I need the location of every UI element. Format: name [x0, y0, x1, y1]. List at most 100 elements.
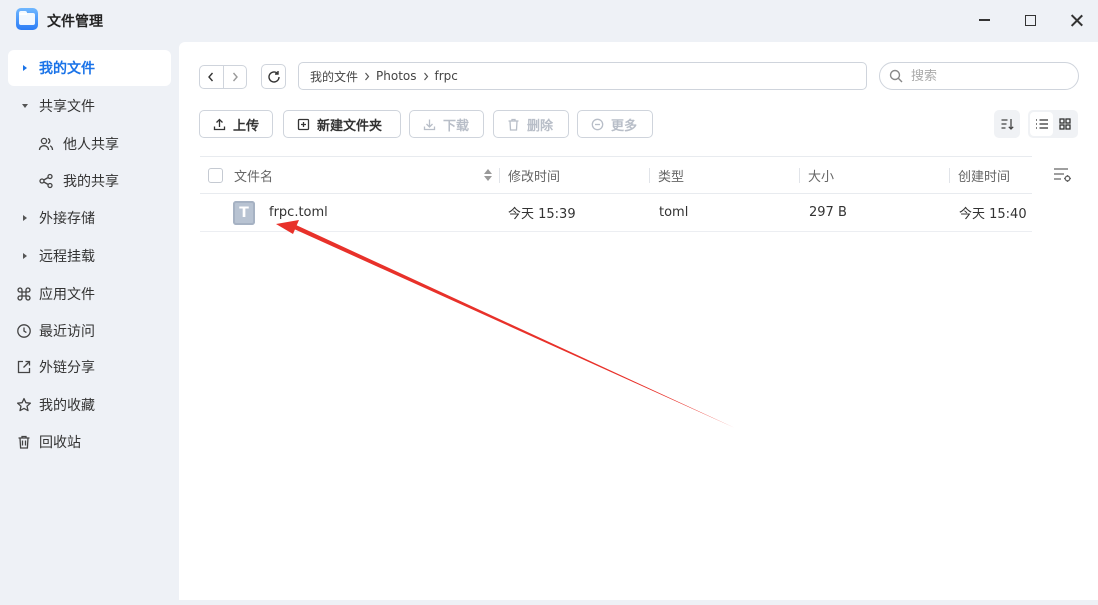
sidebar: 我的文件 共享文件 他人共享 我的共享 外接存储 远程挂载 应用文件 最近访问	[0, 40, 179, 605]
chevron-right-icon	[364, 72, 370, 81]
column-settings-button[interactable]	[1053, 166, 1073, 184]
sidebar-item-recent[interactable]: 最近访问	[8, 313, 171, 349]
refresh-button[interactable]	[261, 64, 286, 89]
trash-icon	[16, 434, 32, 450]
search-icon	[889, 69, 903, 83]
column-divider[interactable]	[649, 168, 650, 183]
sidebar-item-label: 我的收藏	[39, 398, 95, 414]
more-label: 更多	[611, 118, 638, 134]
folder-app-icon	[16, 8, 38, 30]
external-link-icon	[16, 359, 32, 375]
chevron-right-icon	[423, 72, 429, 81]
upload-icon	[213, 118, 226, 131]
sidebar-item-label: 外接存储	[39, 211, 95, 227]
more-button[interactable]: 更多	[577, 110, 653, 138]
file-name[interactable]: frpc.toml	[269, 194, 328, 231]
sidebar-item-label: 远程挂载	[39, 249, 95, 265]
select-all-checkbox[interactable]	[208, 168, 223, 183]
users-icon	[38, 136, 54, 152]
back-button[interactable]	[200, 66, 223, 88]
new-folder-label: 新建文件夹	[317, 118, 383, 134]
expand-arrow-icon[interactable]	[20, 253, 30, 259]
file-modified: 今天 15:39	[508, 207, 576, 222]
trash-icon	[507, 118, 520, 131]
column-divider[interactable]	[799, 168, 800, 183]
download-button[interactable]: 下载	[409, 110, 484, 138]
delete-label: 删除	[527, 118, 554, 134]
delete-button[interactable]: 删除	[493, 110, 569, 138]
close-icon	[1070, 14, 1083, 27]
column-header-created[interactable]: 创建时间	[958, 157, 1010, 194]
file-created: 今天 15:40	[959, 207, 1027, 222]
share-icon	[38, 173, 54, 189]
file-type: toml	[659, 205, 689, 220]
breadcrumb-item-frpc[interactable]: frpc	[435, 69, 458, 83]
sort-icon	[1001, 119, 1014, 130]
list-view-button[interactable]	[1030, 112, 1053, 136]
table-row[interactable]: T frpc.toml 今天 15:39 toml 297 B 今天 15:40	[200, 194, 1032, 232]
clock-icon	[16, 323, 32, 339]
breadcrumb-item-my-files[interactable]: 我的文件	[310, 68, 358, 85]
sidebar-item-remote-mount[interactable]: 远程挂载	[8, 238, 171, 274]
more-icon	[591, 118, 604, 131]
column-divider[interactable]	[949, 168, 950, 183]
refresh-icon	[267, 70, 280, 83]
close-button[interactable]	[1066, 10, 1086, 30]
column-divider[interactable]	[499, 168, 500, 183]
sidebar-item-label: 外链分享	[39, 360, 95, 376]
download-icon	[423, 118, 436, 131]
sidebar-item-link-share[interactable]: 外链分享	[8, 349, 171, 385]
sort-button[interactable]	[994, 110, 1020, 138]
main-panel: 我的文件 Photos frpc 上传 新建文件夹 下载 删除 更多	[179, 42, 1098, 600]
sidebar-item-label: 最近访问	[39, 324, 95, 340]
sidebar-item-app-files[interactable]: 应用文件	[8, 276, 171, 312]
list-icon	[1035, 119, 1048, 129]
sidebar-item-label: 我的文件	[39, 61, 95, 77]
table-header: 文件名 修改时间 类型 大小 创建时间	[200, 156, 1032, 194]
view-toggle	[1028, 110, 1078, 138]
upload-label: 上传	[233, 118, 260, 134]
history-nav	[199, 65, 247, 89]
grid-icon	[1058, 118, 1071, 130]
column-header-size[interactable]: 大小	[808, 157, 834, 194]
file-size: 297 B	[809, 205, 847, 220]
sidebar-item-recycle-bin[interactable]: 回收站	[8, 424, 171, 460]
minimize-button[interactable]	[974, 10, 994, 30]
sidebar-item-my-files[interactable]: 我的文件	[8, 50, 171, 86]
expand-arrow-icon[interactable]	[20, 65, 30, 71]
collapse-arrow-icon[interactable]	[20, 104, 30, 108]
sidebar-item-external-storage[interactable]: 外接存储	[8, 200, 171, 236]
maximize-icon	[1024, 14, 1036, 26]
minimize-icon	[978, 19, 990, 21]
chevron-left-icon	[208, 72, 214, 82]
grid-view-button[interactable]	[1053, 112, 1076, 136]
sidebar-item-my-shares[interactable]: 我的共享	[8, 163, 171, 199]
column-header-type[interactable]: 类型	[658, 157, 684, 194]
new-folder-button[interactable]: 新建文件夹	[283, 110, 401, 138]
expand-arrow-icon[interactable]	[20, 215, 30, 221]
download-label: 下载	[443, 118, 470, 134]
maximize-button[interactable]	[1020, 10, 1040, 30]
sidebar-item-label: 他人共享	[63, 137, 119, 153]
star-icon	[16, 397, 32, 413]
chevron-right-icon	[232, 72, 238, 82]
sidebar-item-favorites[interactable]: 我的收藏	[8, 387, 171, 423]
sidebar-item-shared-with-me[interactable]: 他人共享	[8, 126, 171, 162]
column-header-modified[interactable]: 修改时间	[508, 157, 560, 194]
forward-button[interactable]	[222, 66, 247, 88]
sidebar-item-label: 共享文件	[39, 99, 95, 115]
command-icon	[16, 286, 32, 302]
search-input[interactable]	[911, 68, 1061, 84]
sidebar-item-label: 我的共享	[63, 174, 119, 190]
title-bar: 文件管理	[0, 0, 1098, 40]
breadcrumb: 我的文件 Photos frpc	[298, 62, 867, 90]
sidebar-item-label: 回收站	[39, 435, 81, 451]
sidebar-item-shared-files[interactable]: 共享文件	[8, 88, 171, 124]
upload-button[interactable]: 上传	[199, 110, 273, 138]
column-header-name[interactable]: 文件名	[234, 157, 273, 194]
app-title: 文件管理	[47, 14, 103, 30]
sidebar-item-label: 应用文件	[39, 287, 95, 303]
breadcrumb-item-photos[interactable]: Photos	[376, 69, 416, 83]
sort-arrows-icon[interactable]	[484, 169, 493, 183]
column-settings-icon	[1054, 168, 1071, 182]
